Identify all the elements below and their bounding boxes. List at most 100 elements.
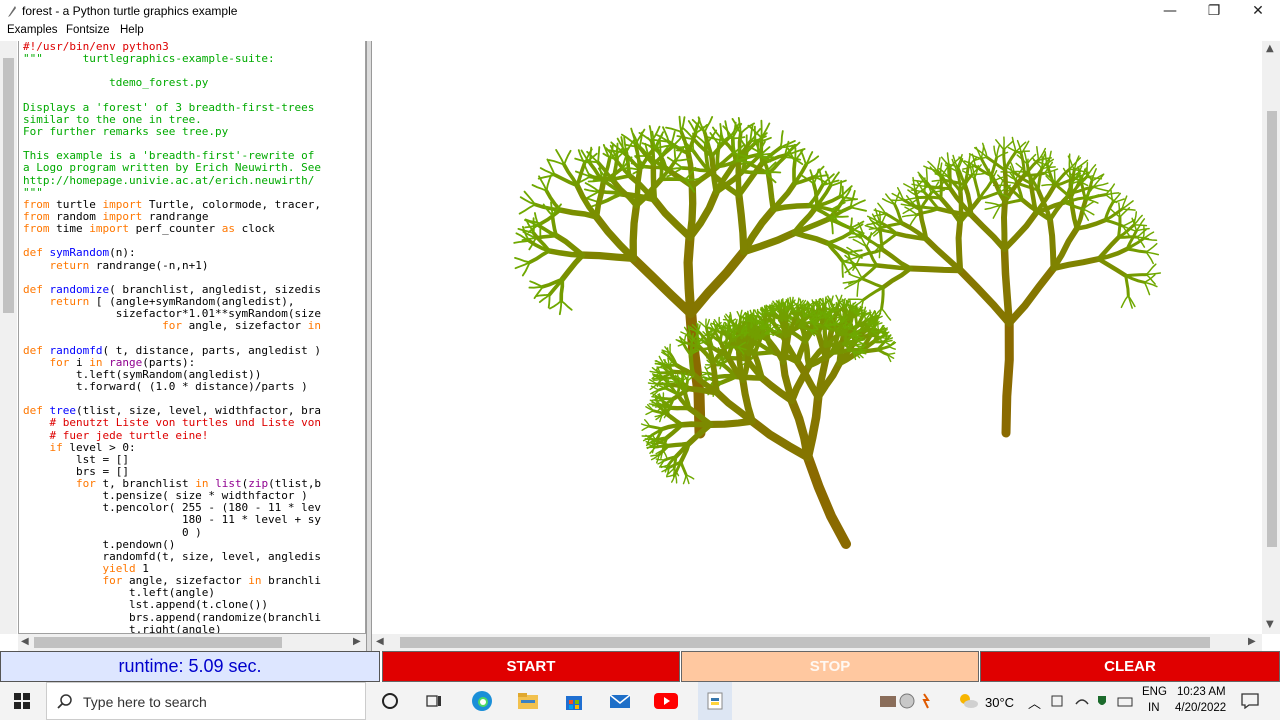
code-line: for angle, sizefactor in — [23, 320, 321, 332]
turtle-canvas[interactable] — [372, 41, 1280, 634]
code-token: turtle — [49, 197, 103, 211]
right-tree-branch — [890, 199, 905, 202]
file-explorer-icon[interactable] — [514, 687, 542, 715]
middle-tree-branch — [655, 458, 666, 461]
edge-browser-icon[interactable] — [468, 687, 496, 715]
source-code-view[interactable]: #!/usr/bin/env python3 """ turtlegraphics… — [18, 41, 366, 634]
code-line: from time import perf_counter as clock — [23, 223, 321, 235]
left-tree-branch — [597, 146, 601, 164]
left-tree-branch — [829, 215, 849, 219]
scroll-right-icon[interactable]: ▶ — [1248, 636, 1256, 647]
maximize-button[interactable]: ❐ — [1192, 0, 1236, 22]
close-button[interactable]: ✕ — [1236, 0, 1280, 22]
code-token: def — [23, 404, 43, 418]
task-view-icon[interactable] — [420, 687, 448, 715]
code-token: random — [49, 209, 103, 223]
left-tree-branch — [633, 166, 643, 209]
code-horizontal-scroll-thumb[interactable] — [34, 637, 282, 648]
stop-button[interactable]: STOP — [681, 651, 979, 682]
left-tree-branch — [665, 126, 683, 133]
code-token: randomfd(t, size, level, angledis — [23, 549, 322, 563]
right-tree-branch — [1124, 273, 1148, 278]
scroll-left-icon[interactable]: ◀ — [376, 636, 384, 647]
clock-time[interactable]: 10:23 AM — [1177, 686, 1226, 698]
middle-tree-branch — [784, 303, 787, 312]
left-tree-branch — [670, 145, 689, 149]
left-tree-branch — [529, 280, 544, 288]
code-token: from — [23, 222, 50, 236]
start-button[interactable]: START — [382, 651, 680, 682]
right-tree-branch — [1110, 188, 1114, 204]
canvas-horizontal-scrollbar[interactable]: ◀ ▶ — [372, 634, 1262, 651]
middle-tree-branch — [674, 473, 678, 484]
right-tree-branch — [880, 285, 885, 310]
left-tree-branch — [703, 115, 714, 134]
code-vertical-scrollbar[interactable] — [0, 41, 17, 634]
code-token: range — [109, 355, 143, 369]
store-icon[interactable] — [560, 687, 588, 715]
tray-app-icons[interactable] — [876, 687, 936, 715]
canvas-vertical-scrollbar[interactable]: ▲ ▼ — [1262, 41, 1280, 634]
middle-tree-branch — [679, 460, 688, 477]
system-tray-icons[interactable] — [1046, 687, 1146, 715]
middle-tree-branch — [835, 294, 840, 304]
code-token: Displays a 'forest' of 3 breadth-first-t… — [23, 100, 315, 114]
cortana-icon[interactable] — [376, 687, 404, 715]
canvas-horizontal-scroll-thumb[interactable] — [400, 637, 1210, 648]
left-tree-branch — [678, 115, 683, 133]
scroll-left-icon[interactable]: ◀ — [21, 636, 29, 647]
left-tree-branch — [650, 161, 658, 203]
python-app-icon[interactable] — [698, 682, 732, 720]
code-token: tdemo_forest.py — [23, 76, 209, 90]
clock-date[interactable]: 4/20/2022 — [1175, 702, 1226, 714]
menu-examples[interactable]: Examples — [7, 24, 58, 36]
code-token: randomfd — [49, 343, 103, 357]
left-tree-branch — [547, 293, 551, 309]
weather-icon — [954, 687, 982, 715]
middle-tree-branch — [849, 334, 858, 337]
code-token: for — [102, 574, 123, 588]
left-tree-branch — [740, 169, 768, 175]
code-token: a Logo program written by Erich Neuwirth… — [23, 161, 322, 175]
region-label[interactable]: IN — [1148, 702, 1160, 714]
chevron-up-icon[interactable]: ︿ — [1028, 693, 1041, 712]
middle-tree-branch — [707, 417, 756, 428]
code-token: zip — [248, 477, 269, 491]
windows-start-icon[interactable] — [8, 687, 36, 715]
code-vertical-scroll-thumb[interactable] — [3, 58, 14, 313]
mail-icon[interactable] — [606, 687, 634, 715]
right-tree-branch — [968, 211, 1008, 253]
code-horizontal-scrollbar[interactable]: ◀ ▶ — [18, 634, 366, 651]
menu-fontsize[interactable]: Fontsize — [66, 24, 109, 36]
code-line: http://homepage.univie.ac.at/erich.neuwi… — [23, 174, 321, 187]
taskbar-search-box[interactable]: Type here to search — [46, 682, 366, 720]
code-token: from — [23, 209, 50, 223]
right-tree-branch — [1117, 215, 1122, 239]
left-tree-branch — [779, 130, 784, 149]
right-tree-branch — [1000, 198, 1008, 253]
right-tree-branch — [1001, 318, 1014, 438]
canvas-vertical-scroll-thumb[interactable] — [1267, 111, 1277, 547]
menu-help[interactable]: Help — [120, 24, 144, 36]
scroll-up-icon[interactable]: ▲ — [1266, 43, 1274, 54]
right-tree-branch — [1133, 224, 1148, 227]
search-placeholder: Type here to search — [83, 694, 207, 710]
right-tree-branch — [1047, 216, 1057, 272]
right-tree-branch — [1120, 294, 1130, 309]
right-tree-branch — [1001, 210, 1039, 253]
clear-button[interactable]: CLEAR — [980, 651, 1280, 682]
minimize-icon: — — [1163, 3, 1177, 19]
notification-icon[interactable] — [1236, 687, 1264, 715]
code-line: return randrange(-n,n+1) — [23, 259, 321, 272]
scroll-right-icon[interactable]: ▶ — [353, 636, 361, 647]
middle-tree-branch — [886, 352, 896, 356]
code-token: t.left(angle) — [23, 586, 216, 600]
language-label[interactable]: ENG — [1142, 686, 1167, 698]
youtube-icon[interactable] — [652, 687, 680, 715]
right-tree-branch — [854, 263, 879, 267]
code-token: t.forward( (1.0 * distance)/parts ) — [23, 379, 308, 393]
minimize-button[interactable]: — — [1148, 0, 1192, 22]
scroll-down-icon[interactable]: ▼ — [1266, 619, 1274, 630]
